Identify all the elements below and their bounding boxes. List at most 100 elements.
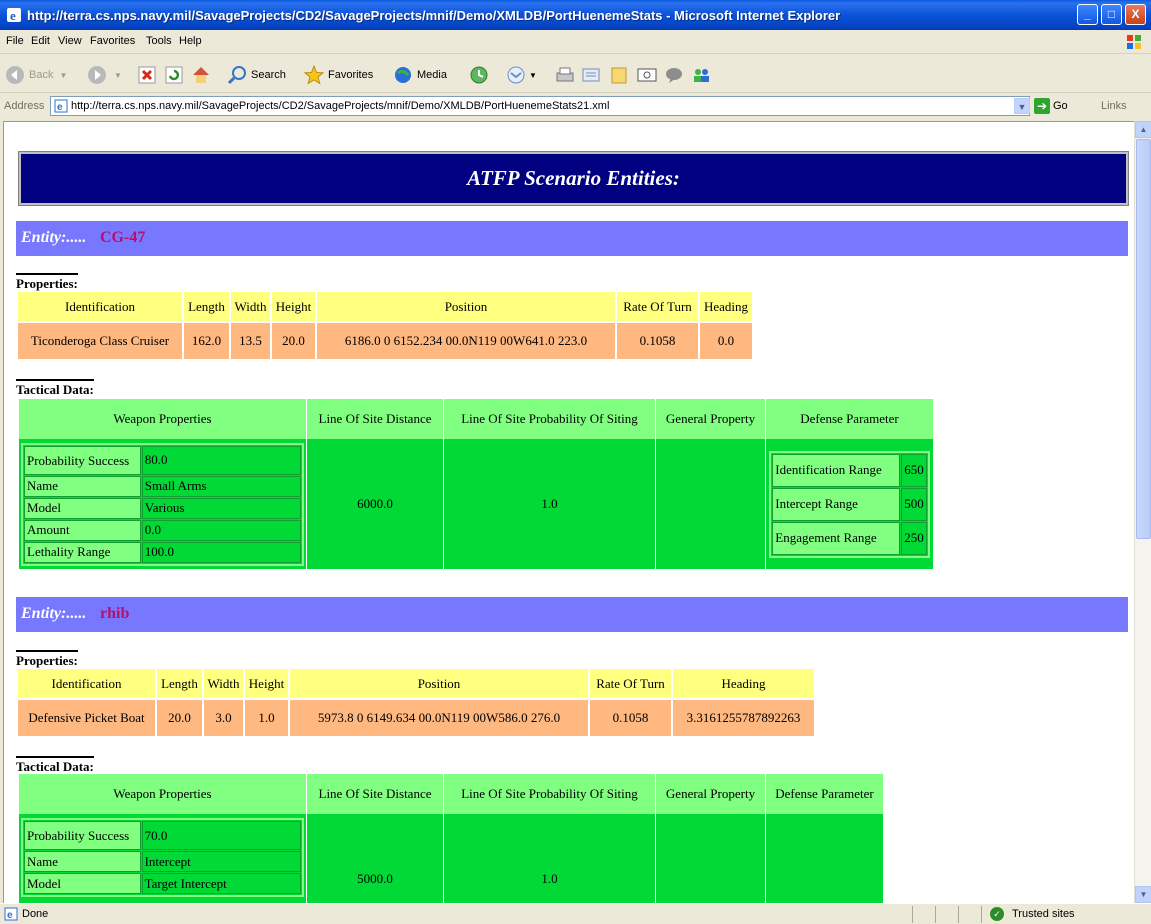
weapon-key: Name: [24, 851, 141, 872]
maximize-button[interactable]: □: [1101, 4, 1122, 25]
media-button[interactable]: Media: [392, 63, 447, 87]
entity-lead: Entity:.....: [21, 605, 87, 622]
header-cell: Identification: [18, 669, 155, 698]
weapon-key: Model: [24, 497, 141, 519]
banner-title: ATFP Scenario Entities:: [467, 166, 680, 190]
address-input[interactable]: e http://terra.cs.nps.navy.mil/SavagePro…: [50, 96, 1030, 116]
tactical-table: Weapon Properties Line Of Site Distance …: [18, 399, 933, 569]
weapon-key: Amount: [24, 519, 141, 541]
print-button[interactable]: [554, 63, 576, 87]
header-cell: Width: [204, 669, 243, 698]
value-cell: 13.5: [231, 323, 270, 359]
weapon-value: 80.0: [141, 445, 301, 475]
status-divider: [935, 906, 936, 923]
menu-tools[interactable]: Tools: [146, 35, 172, 47]
header-cell: General Property: [655, 774, 765, 814]
weapon-properties-table: Probability Success 80.0 Name Small Arms M…: [21, 442, 304, 566]
header-cell: Line Of Site Probability Of Siting: [443, 774, 655, 814]
folder-button[interactable]: [608, 63, 630, 87]
header-cell: Position: [317, 292, 615, 321]
menu-help[interactable]: Help: [179, 35, 202, 47]
refresh-icon: [165, 66, 183, 84]
weapon-value: Small Arms: [141, 475, 301, 497]
properties-table: Identification Length Width Height Posit…: [16, 667, 816, 738]
search-icon: [227, 66, 246, 85]
research-icon: [637, 68, 657, 82]
links-button[interactable]: Links: [1101, 100, 1127, 112]
media-icon: [395, 67, 411, 83]
menu-edit[interactable]: Edit: [31, 35, 50, 47]
header-cell: Length: [157, 669, 202, 698]
windows-flag-icon: [1127, 35, 1141, 49]
header-cell: Heading: [700, 292, 752, 321]
weapon-properties-table: Probability Success 70.0 Name Intercept Mo…: [21, 818, 304, 897]
value-cell: 20.0: [157, 700, 202, 736]
favorites-button[interactable]: Favorites: [303, 63, 373, 87]
value-cell: 3.3161255787892263: [673, 700, 814, 736]
contacts-button[interactable]: [690, 63, 712, 87]
status-text: Done: [22, 908, 49, 920]
los-distance-cell: 5000.0: [306, 814, 443, 903]
general-property-cell: [655, 439, 765, 569]
speech-bubble-icon: [666, 68, 682, 83]
header-cell: Height: [245, 669, 288, 698]
minimize-button[interactable]: _: [1077, 4, 1098, 25]
messenger-button[interactable]: [663, 63, 685, 87]
forward-button[interactable]: ▼: [86, 63, 122, 87]
scroll-down-icon[interactable]: ▼: [1135, 886, 1151, 903]
entity-name: CG-47: [100, 229, 146, 246]
people-icon: [694, 69, 709, 82]
weapon-key: Lethality Range: [24, 541, 141, 563]
value-cell: Ticonderoga Class Cruiser: [18, 323, 182, 359]
page-done-icon: e: [4, 907, 18, 921]
search-button[interactable]: Search: [226, 63, 286, 87]
defense-key: Engagement Range: [772, 521, 901, 555]
back-button[interactable]: Back ▼: [4, 63, 67, 87]
status-divider: [912, 906, 913, 923]
stop-button[interactable]: [136, 63, 158, 87]
history-icon: [470, 66, 488, 84]
status-divider: [958, 906, 959, 923]
header-cell: Defense Parameter: [765, 774, 883, 814]
tactical-table: Weapon Properties Line Of Site Distance …: [18, 774, 883, 903]
defense-value: 650: [901, 453, 927, 487]
mail-button[interactable]: ▼: [505, 63, 537, 87]
value-cell: Defensive Picket Boat: [18, 700, 155, 736]
header-cell: Line Of Site Probability Of Siting: [443, 399, 655, 439]
go-button[interactable]: ➔ Go: [1034, 98, 1068, 114]
svg-text:e: e: [7, 910, 13, 921]
status-divider: [981, 906, 982, 923]
close-button[interactable]: X: [1125, 4, 1146, 25]
menu-favorites[interactable]: Favorites: [90, 35, 135, 47]
page-viewport: ATFP Scenario Entities: Entity:..... CG-…: [3, 121, 1134, 903]
header-cell: Identification: [18, 292, 182, 321]
value-cell: 162.0: [184, 323, 229, 359]
research-button[interactable]: [636, 63, 658, 87]
printer-icon: [556, 67, 574, 82]
menu-file[interactable]: File: [6, 35, 24, 47]
title-bar: e http://terra.cs.nps.navy.mil/SavagePro…: [0, 0, 1151, 30]
tactical-label: Tactical Data:: [16, 379, 94, 398]
menu-view[interactable]: View: [58, 35, 82, 47]
header-cell: Defense Parameter: [765, 399, 933, 439]
window-title: http://terra.cs.nps.navy.mil/SavageProje…: [27, 8, 841, 23]
header-cell: Rate Of Turn: [590, 669, 671, 698]
weapon-key: Probability Success: [24, 821, 141, 850]
value-cell: 6186.0 0 6152.234 00.0N119 00W641.0 223.…: [317, 323, 615, 359]
refresh-button[interactable]: [163, 63, 185, 87]
header-cell: Rate Of Turn: [617, 292, 698, 321]
home-button[interactable]: [190, 63, 212, 87]
address-dropdown-icon[interactable]: ▼: [1014, 98, 1030, 114]
value-cell: 1.0: [245, 700, 288, 736]
scroll-up-icon[interactable]: ▲: [1135, 121, 1151, 138]
history-button[interactable]: [468, 63, 490, 87]
trusted-zone-icon: ✓: [990, 907, 1004, 921]
menu-bar: File Edit View Favorites Tools Help: [0, 30, 1151, 54]
edit-button[interactable]: [580, 63, 602, 87]
edit-page-icon: [582, 68, 600, 82]
address-bar: Address e http://terra.cs.nps.navy.mil/S…: [0, 94, 1151, 120]
scroll-thumb[interactable]: [1136, 139, 1151, 539]
defense-value: 250: [901, 521, 927, 555]
weapon-value: 70.0: [141, 821, 301, 850]
vertical-scrollbar[interactable]: ▲ ▼: [1134, 121, 1151, 903]
